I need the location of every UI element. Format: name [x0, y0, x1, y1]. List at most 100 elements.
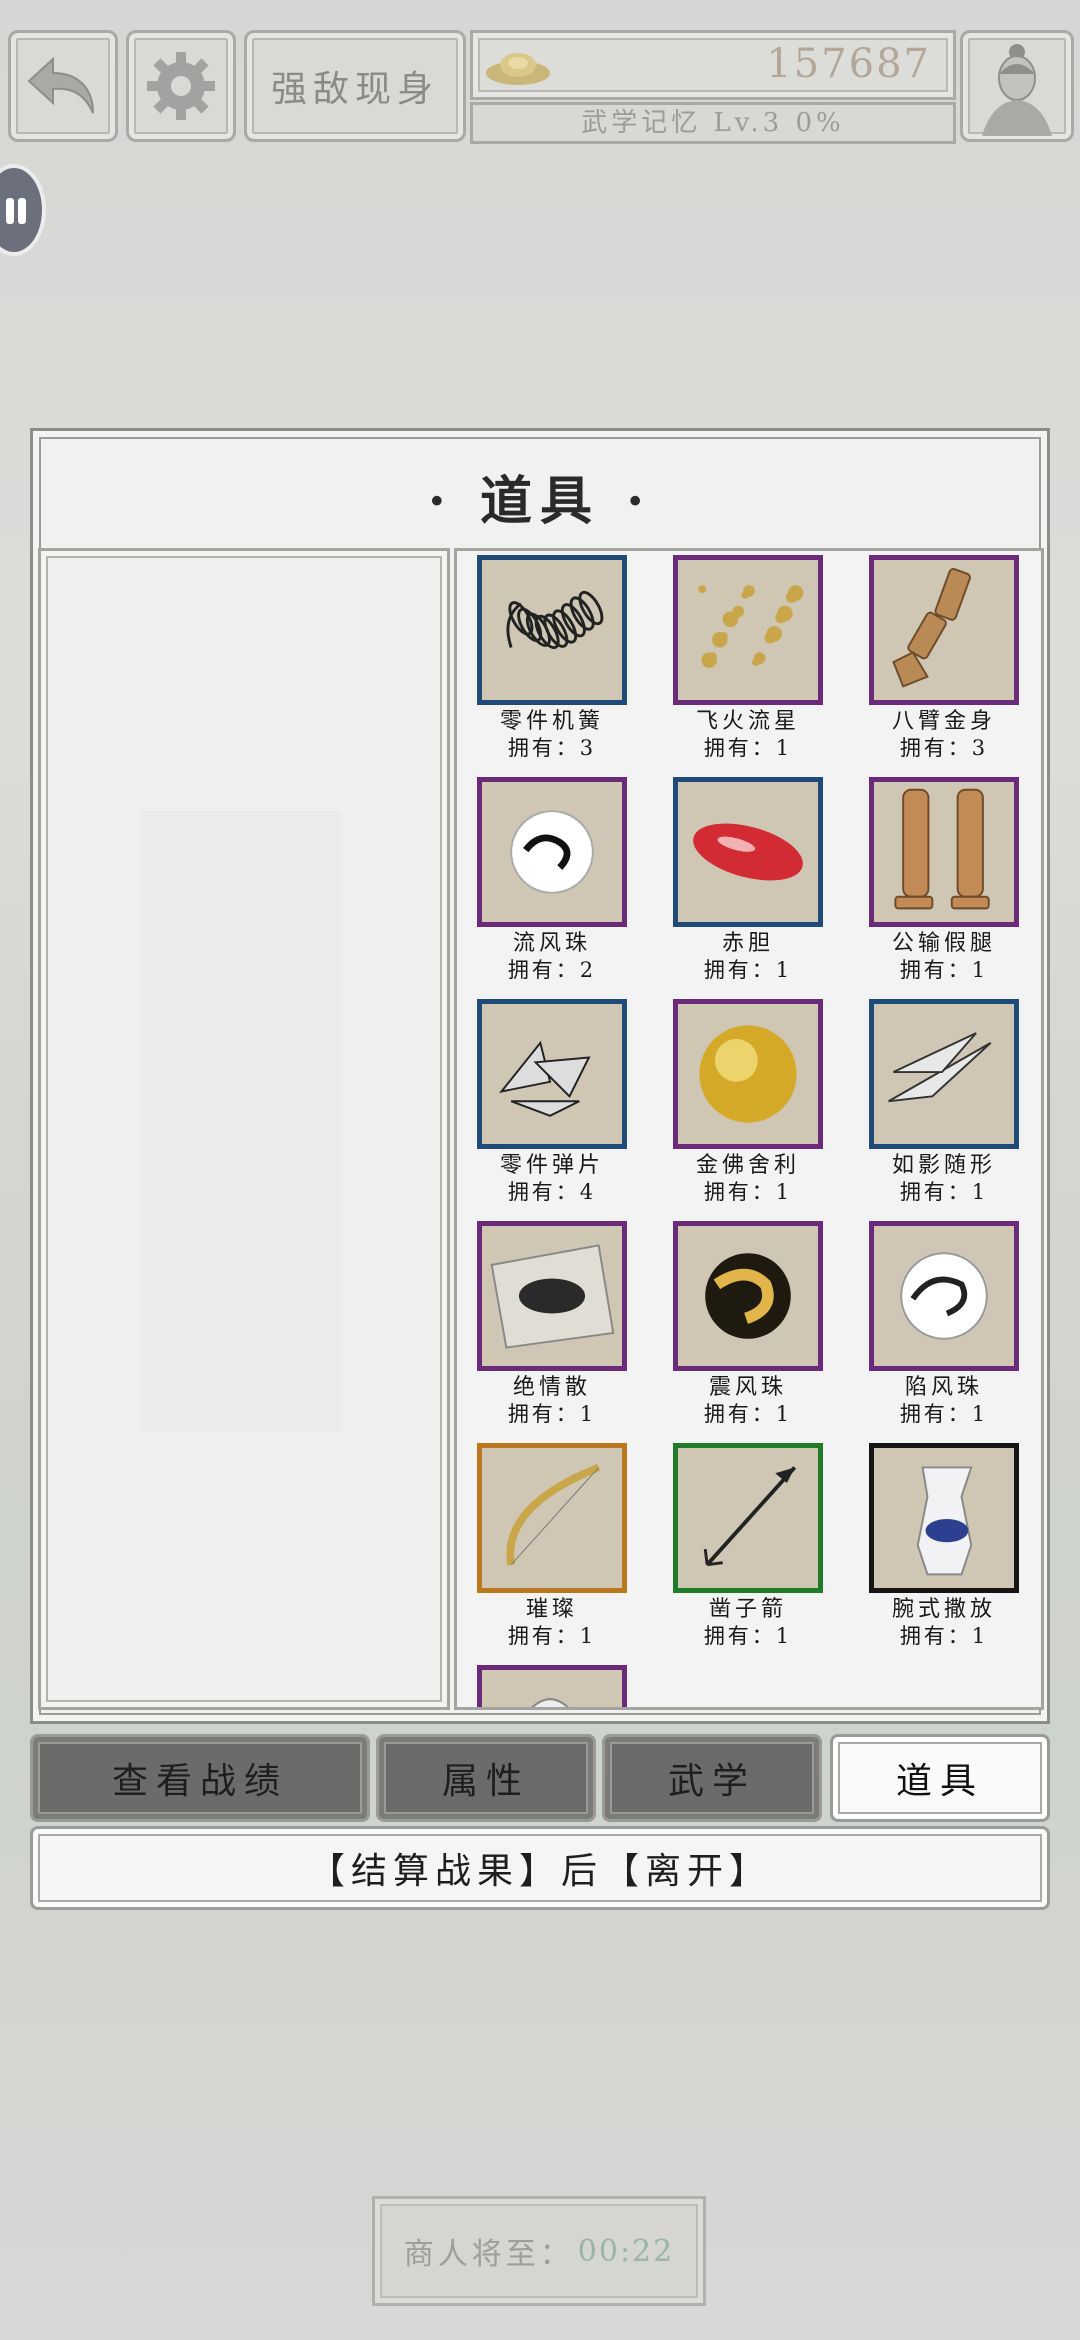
item-name: 零件弹片	[499, 1153, 604, 1178]
item-thumbnail	[673, 999, 823, 1149]
item-name: 如影随形	[891, 1153, 996, 1178]
item-thumbnail	[673, 555, 823, 705]
inventory-item[interactable]: 璀璨 拥有：1	[477, 1443, 627, 1649]
tab-bar: 查看战绩 属性 武学 道具	[30, 1734, 1050, 1822]
item-count: 拥有：1	[703, 958, 793, 982]
item-thumbnail	[869, 777, 1019, 927]
merchant-countdown: 00:22	[577, 2233, 675, 2269]
item-thumbnail	[477, 999, 627, 1149]
inventory-item[interactable]: 零件弹片 拥有：4	[477, 999, 627, 1205]
item-count: 拥有：1	[507, 1624, 597, 1648]
currency-box: 157687	[470, 30, 956, 100]
item-thumbnail	[869, 999, 1019, 1149]
character-avatar-button[interactable]	[960, 30, 1074, 142]
item-name: 腕式撒放	[891, 1597, 996, 1622]
gold-ingot-icon	[486, 53, 550, 85]
item-count: 拥有：1	[899, 1402, 989, 1426]
item-name: 赤胆	[721, 931, 774, 956]
merchant-label: 商人将至：	[403, 2237, 574, 2272]
item-grid-pane[interactable]: 零件机簧 拥有：3 飞火流星 拥有：1 八臂金身 拥有：3 流风珠 拥有：2 赤胆 拥有：1 公输假…	[454, 548, 1044, 1710]
inventory-item[interactable]: 震风珠 拥有：1	[673, 1221, 823, 1427]
item-count: 拥有：1	[899, 1180, 989, 1204]
item-count: 拥有：1	[899, 958, 989, 982]
tab-martial-arts[interactable]: 武学	[602, 1734, 822, 1822]
tab-items[interactable]: 道具	[830, 1734, 1050, 1822]
item-thumbnail	[673, 777, 823, 927]
floating-menu-button[interactable]	[0, 164, 46, 256]
item-thumbnail	[673, 1443, 823, 1593]
item-name: 凿子箭	[708, 1597, 787, 1622]
golden-relic-icon	[699, 1025, 797, 1123]
currency-amount: 157687	[766, 41, 931, 87]
settings-button[interactable]	[126, 30, 236, 142]
item-name: 震风珠	[708, 1375, 787, 1400]
item-count: 拥有：1	[703, 1180, 793, 1204]
inventory-item[interactable]: 流风珠 拥有：2	[477, 777, 627, 983]
back-button[interactable]	[8, 30, 118, 142]
item-thumbnail	[477, 777, 627, 927]
inventory-item[interactable]: 如影随形 拥有：1	[869, 999, 1019, 1205]
inventory-item[interactable]: 公输假腿 拥有：1	[869, 777, 1019, 983]
item-count: 拥有：1	[507, 1402, 597, 1426]
item-thumbnail	[869, 1221, 1019, 1371]
level-progress: 武学记忆 Lv.3 0%	[470, 102, 956, 144]
inventory-item[interactable]: 飞火流星 拥有：1	[673, 555, 823, 761]
partial-item-icon	[531, 1698, 569, 1707]
wind-pearl-icon	[510, 810, 594, 894]
character-portrait-icon	[982, 44, 1052, 136]
item-thumbnail	[673, 1221, 823, 1371]
wrist-release-icon	[916, 1466, 973, 1576]
item-thumbnail	[477, 1443, 627, 1593]
item-name: 流风珠	[512, 931, 591, 956]
item-count: 拥有：1	[703, 1624, 793, 1648]
item-count: 拥有：3	[507, 736, 597, 760]
item-thumbnail	[477, 555, 627, 705]
item-count: 拥有：1	[703, 736, 793, 760]
item-thumbnail	[869, 1443, 1019, 1593]
item-count: 拥有：1	[899, 1624, 989, 1648]
tab-attributes[interactable]: 属性	[376, 1734, 596, 1822]
thunder-pearl-icon	[705, 1253, 791, 1339]
settle-and-leave-button[interactable]: 【结算战果】后【离开】	[30, 1826, 1050, 1910]
red-gall-icon	[693, 823, 803, 881]
bow-icon	[506, 1463, 601, 1566]
spring-icon	[506, 590, 604, 650]
shrapnel-icon	[499, 1040, 591, 1117]
merchant-timer: 商人将至： 00:22	[372, 2196, 706, 2306]
item-name: 公输假腿	[891, 931, 996, 956]
item-count: 拥有：1	[703, 1402, 793, 1426]
trap-pearl-icon	[900, 1252, 988, 1340]
inventory-item[interactable]: 八臂金身 拥有：3	[869, 555, 1019, 761]
inventory-item[interactable]: 赤胆 拥有：1	[673, 777, 823, 983]
item-thumbnail	[477, 1221, 627, 1371]
item-name: 绝情散	[512, 1375, 591, 1400]
item-name: 璀璨	[525, 1597, 578, 1622]
item-detail-pane	[38, 548, 450, 1710]
item-name: 八臂金身	[891, 709, 996, 734]
item-count: 拥有：3	[899, 736, 989, 760]
poison-powder-icon	[490, 1244, 615, 1349]
sparks-icon	[698, 585, 804, 668]
item-count: 拥有：2	[507, 958, 597, 982]
inventory-item[interactable]	[477, 1665, 627, 1707]
inventory-item[interactable]: 凿子箭 拥有：1	[673, 1443, 823, 1649]
arrow-icon	[703, 1466, 797, 1567]
back-arrow-icon	[27, 56, 94, 114]
panel-title: · 道具 ·	[427, 471, 653, 532]
item-thumbnail	[477, 1665, 627, 1707]
inventory-item[interactable]: 零件机簧 拥有：3	[477, 555, 627, 761]
inventory-item[interactable]: 绝情散 拥有：1	[477, 1221, 627, 1427]
tab-battle-record[interactable]: 查看战绩	[30, 1734, 370, 1822]
inventory-item[interactable]: 金佛舍利 拥有：1	[673, 999, 823, 1205]
item-count: 拥有：4	[507, 1180, 597, 1204]
wooden-arm-icon	[892, 567, 971, 688]
item-name: 飞火流星	[695, 709, 800, 734]
wooden-leg-icon	[894, 788, 990, 910]
shadow-blade-icon	[888, 1032, 992, 1103]
inventory-item[interactable]: 腕式撒放 拥有：1	[869, 1443, 1019, 1649]
item-name: 金佛舍利	[695, 1153, 800, 1178]
item-name: 陷风珠	[904, 1375, 983, 1400]
mode-title: 强敌现身	[244, 30, 466, 142]
inventory-item[interactable]: 陷风珠 拥有：1	[869, 1221, 1019, 1427]
gear-icon	[147, 52, 215, 120]
